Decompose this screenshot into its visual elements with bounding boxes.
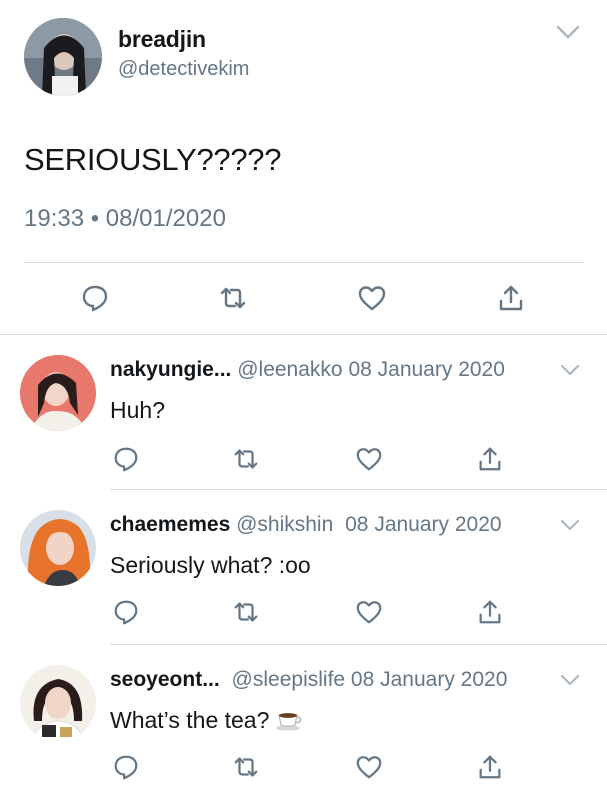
reply-icon[interactable]: [112, 753, 140, 781]
like-icon[interactable]: [355, 445, 383, 473]
reply-text: What’s the tea?: [110, 707, 303, 734]
reply-date[interactable]: 08 January 2020: [351, 668, 507, 691]
like-icon[interactable]: [357, 283, 387, 313]
chevron-down-icon[interactable]: [560, 673, 580, 687]
reply-icon[interactable]: [80, 283, 110, 313]
tweet-text: SERIOUSLY?????: [24, 142, 282, 177]
chevron-down-icon[interactable]: [560, 363, 580, 377]
avatar[interactable]: [20, 665, 96, 741]
share-icon[interactable]: [476, 598, 504, 626]
display-name[interactable]: nakyungie...: [110, 358, 231, 381]
reply-header: nakyungie... @leenakko 08 January 2020: [110, 358, 505, 382]
reply-text: Seriously what? :oo: [110, 552, 311, 578]
retweet-icon[interactable]: [218, 283, 248, 313]
chevron-down-icon[interactable]: [556, 24, 580, 40]
display-name[interactable]: breadjin: [118, 26, 206, 53]
avatar[interactable]: [24, 18, 102, 96]
reply-header: chaememes @shikshin 08 January 2020: [110, 513, 502, 537]
reply-date[interactable]: 08 January 2020: [345, 513, 501, 536]
display-name[interactable]: chaememes: [110, 513, 230, 536]
handle[interactable]: @leenakko: [237, 358, 342, 381]
retweet-icon[interactable]: [232, 753, 260, 781]
avatar[interactable]: [20, 355, 96, 431]
divider: [24, 262, 584, 263]
handle[interactable]: @shikshin: [236, 513, 333, 536]
reply-text-content: What’s the tea?: [110, 707, 270, 733]
display-name[interactable]: seoyeont...: [110, 668, 220, 691]
like-icon[interactable]: [355, 753, 383, 781]
reply-icon[interactable]: [112, 598, 140, 626]
handle[interactable]: @sleepislife: [232, 668, 346, 691]
chevron-down-icon[interactable]: [560, 518, 580, 532]
teacup-icon: [275, 709, 303, 731]
reply-tweet[interactable]: nakyungie... @leenakko 08 January 2020 H…: [0, 335, 607, 490]
share-icon[interactable]: [476, 753, 504, 781]
reply-header: seoyeont... @sleepislife 08 January 2020: [110, 668, 507, 692]
tweet-timestamp[interactable]: 19:33 • 08/01/2020: [24, 205, 226, 233]
like-icon[interactable]: [355, 598, 383, 626]
retweet-icon[interactable]: [232, 598, 260, 626]
main-tweet: breadjin @detectivekim SERIOUSLY????? 19…: [0, 0, 607, 334]
share-icon[interactable]: [496, 283, 526, 313]
reply-tweet[interactable]: seoyeont... @sleepislife 08 January 2020…: [0, 645, 607, 800]
share-icon[interactable]: [476, 445, 504, 473]
retweet-icon[interactable]: [232, 445, 260, 473]
reply-text: Huh?: [110, 397, 165, 423]
reply-tweet[interactable]: chaememes @shikshin 08 January 2020 Seri…: [0, 490, 607, 645]
reply-date[interactable]: 08 January 2020: [348, 358, 504, 381]
reply-icon[interactable]: [112, 445, 140, 473]
handle[interactable]: @detectivekim: [118, 58, 249, 81]
avatar[interactable]: [20, 510, 96, 586]
